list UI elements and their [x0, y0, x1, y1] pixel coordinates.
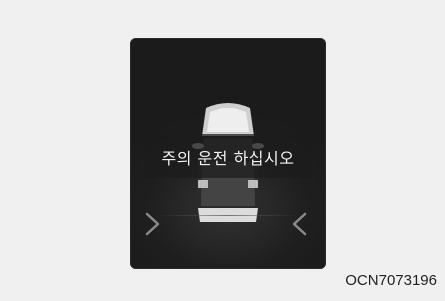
instrument-cluster-display: 주의 운전 하십시오 [130, 38, 326, 269]
warning-message: 주의 운전 하십시오 [161, 149, 295, 168]
left-lane-chevron-icon [145, 212, 160, 236]
lane-line [156, 215, 300, 216]
figure-code: OCN7073196 [345, 272, 437, 289]
right-lane-chevron-icon [292, 212, 307, 236]
